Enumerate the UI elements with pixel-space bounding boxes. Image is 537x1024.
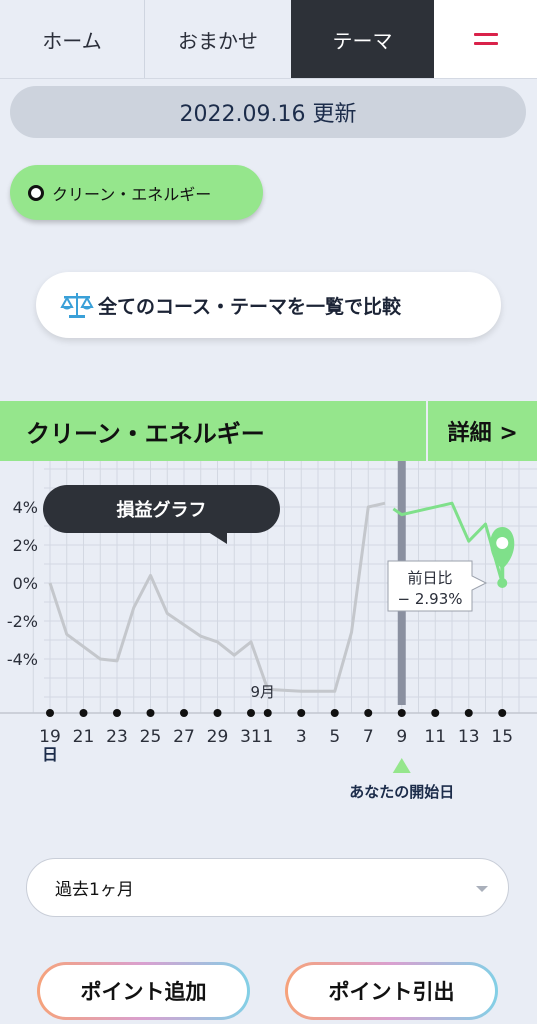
period-select-value: 過去1ヶ月 — [55, 880, 134, 900]
x-unit-label: 日 — [42, 745, 58, 764]
x-tick-label: 23 — [106, 727, 128, 747]
x-tick-dot — [263, 709, 272, 717]
x-tick-label: 19 — [39, 727, 61, 747]
y-tick-label: -2% — [7, 612, 38, 631]
x-tick-label: 21 — [73, 727, 95, 747]
x-tick-label: 25 — [140, 727, 162, 747]
x-tick-dot — [213, 709, 222, 717]
theme-chip-label: クリーン・エネルギー — [52, 184, 212, 204]
section-title: クリーン・エネルギー — [26, 419, 265, 448]
compare-all-label: 全てのコース・テーマを一覧で比較 — [98, 295, 402, 318]
add-points-button[interactable]: ポイント追加 — [37, 962, 250, 1020]
x-tick-dot — [330, 709, 339, 717]
x-tick-dot — [498, 709, 507, 717]
radio-selected-icon — [28, 184, 44, 201]
x-tick-dot — [397, 709, 406, 717]
tab-home[interactable]: ホーム — [0, 0, 145, 78]
start-day-triangle-icon — [392, 758, 411, 773]
compare-all-button[interactable]: 全てのコース・テーマを一覧で比較 — [36, 272, 501, 338]
month-label: 9月 — [250, 683, 275, 701]
theme-chip[interactable]: クリーン・エネルギー — [10, 165, 263, 220]
withdraw-points-button[interactable]: ポイント引出 — [285, 962, 498, 1020]
x-tick-dot — [146, 709, 155, 717]
x-tick-label: 13 — [458, 727, 480, 747]
chart-title-tooltip: 損益グラフ — [43, 485, 280, 533]
y-tick-label: 0% — [13, 574, 38, 593]
chevron-down-icon — [476, 886, 488, 892]
tab-omakase[interactable]: おまかせ — [145, 0, 291, 78]
x-tick-label: 31 — [240, 727, 262, 747]
x-tick-label: 3 — [296, 727, 307, 747]
x-tick-label: 1 — [262, 727, 273, 747]
withdraw-points-label: ポイント引出 — [288, 965, 495, 1017]
x-tick-dot — [180, 709, 188, 717]
y-tick-label: 4% — [13, 498, 38, 517]
tooltip-tail — [205, 530, 227, 544]
start-day-label: あなたの開始日 — [349, 783, 454, 801]
x-tick-label: 27 — [173, 727, 195, 747]
hamburger-bar — [473, 42, 498, 45]
x-tick-label: 5 — [329, 727, 340, 747]
x-tick-dot — [464, 709, 473, 717]
x-tick-dot — [46, 709, 54, 717]
pin-hole — [496, 537, 509, 549]
x-tick-label: 29 — [207, 727, 229, 747]
theme-section-header: クリーン・エネルギー 詳細 > — [0, 401, 537, 461]
x-tick-dot — [247, 709, 255, 717]
change-callout-value: − 2.93% — [398, 590, 463, 608]
detail-link[interactable]: 詳細 > — [426, 401, 537, 461]
x-tick-label: 11 — [424, 727, 446, 747]
x-tick-dot — [297, 709, 306, 717]
hamburger-icon[interactable] — [434, 0, 537, 78]
x-tick-dot — [364, 709, 373, 717]
x-tick-label: 15 — [491, 727, 513, 747]
y-tick-label: 2% — [13, 536, 38, 555]
tab-theme[interactable]: テーマ — [291, 0, 434, 78]
y-tick-label: -4% — [7, 650, 38, 669]
x-tick-dot — [431, 709, 440, 717]
scale-icon — [60, 293, 94, 318]
hamburger-bar — [473, 33, 498, 36]
period-select[interactable]: 過去1ヶ月 — [26, 858, 509, 917]
change-callout-label: 前日比 — [407, 569, 452, 587]
x-tick-label: 7 — [363, 727, 374, 747]
x-tick-label: 9 — [396, 727, 407, 747]
x-tick-dot — [79, 709, 88, 717]
add-points-label: ポイント追加 — [40, 965, 247, 1017]
x-tick-dot — [113, 709, 121, 717]
updated-date: 2022.09.16 更新 — [10, 86, 526, 138]
top-navigation: ホーム おまかせ テーマ — [0, 0, 537, 79]
